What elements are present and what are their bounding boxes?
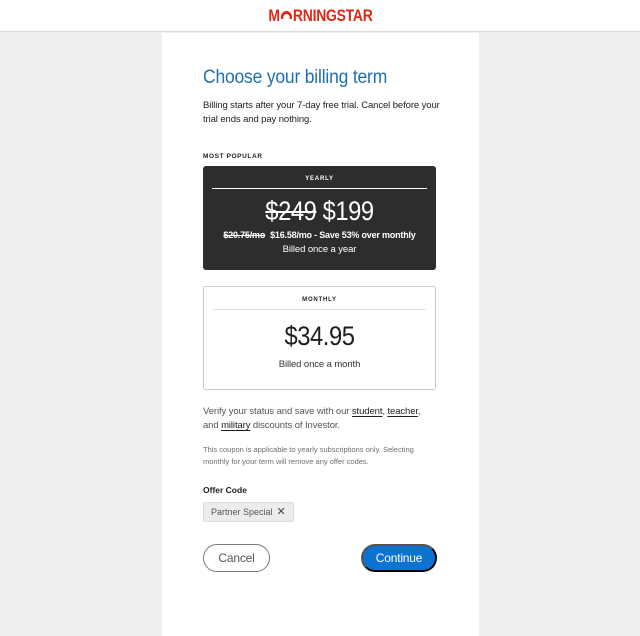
top-bar: M RNINGSTAR — [0, 0, 640, 32]
monthly-label: MONTHLY — [302, 297, 337, 303]
discount-verify-text: Verify your status and save with our stu… — [203, 405, 435, 433]
yearly-divider — [212, 188, 427, 189]
continue-button[interactable]: Continue — [361, 544, 437, 572]
yearly-billed-text: Billed once a year — [282, 244, 357, 255]
yearly-monthly-savings: $16.58/mo - Save 53% over monthly — [270, 230, 416, 240]
close-icon[interactable]: ✕ — [277, 506, 286, 518]
billing-panel: Choose your billing term Billing starts … — [162, 33, 479, 636]
page-title: Choose your billing term — [203, 67, 388, 88]
logo-text-end: RNINGSTAR — [292, 5, 373, 25]
coupon-note: This coupon is applicable to yearly subs… — [203, 445, 414, 466]
yearly-label: YEARLY — [305, 176, 334, 182]
yearly-per-month-row: $20.75/mo $16.58/mo - Save 53% over month… — [203, 230, 436, 240]
yearly-old-price: $249 — [265, 196, 317, 226]
page-subtitle: Billing starts after your 7-day free tri… — [203, 100, 440, 125]
monthly-plan-card[interactable]: MONTHLY $34.95 Billed once a month — [203, 286, 436, 390]
logo-text-start: M — [267, 5, 280, 25]
yearly-price: $199 — [322, 196, 375, 226]
offer-code-chip: Partner Special ✕ — [203, 502, 294, 522]
student-link[interactable]: student — [352, 406, 383, 417]
teacher-link[interactable]: teacher — [387, 406, 418, 417]
monthly-price: $34.95 — [284, 321, 355, 351]
offer-code-label: Offer Code — [203, 485, 247, 495]
cancel-button[interactable]: Cancel — [203, 544, 270, 572]
verify-prefix: Verify your status and save with our — [203, 406, 352, 417]
logo-arc-icon — [280, 10, 292, 19]
yearly-old-monthly: $20.75/mo — [223, 230, 266, 240]
military-link[interactable]: military — [221, 420, 250, 431]
monthly-divider — [213, 309, 426, 310]
offer-code-value: Partner Special — [211, 507, 273, 517]
verify-suffix: discounts of Investor. — [250, 420, 340, 431]
morningstar-logo[interactable]: M RNINGSTAR — [268, 6, 372, 26]
monthly-billed-text: Billed once a month — [278, 359, 361, 370]
most-popular-label: MOST POPULAR — [203, 153, 263, 160]
yearly-price-row: $249 $199 — [217, 196, 422, 227]
yearly-plan-card[interactable]: YEARLY $249 $199 $20.75/mo $16.58/mo - Sa… — [203, 166, 436, 270]
